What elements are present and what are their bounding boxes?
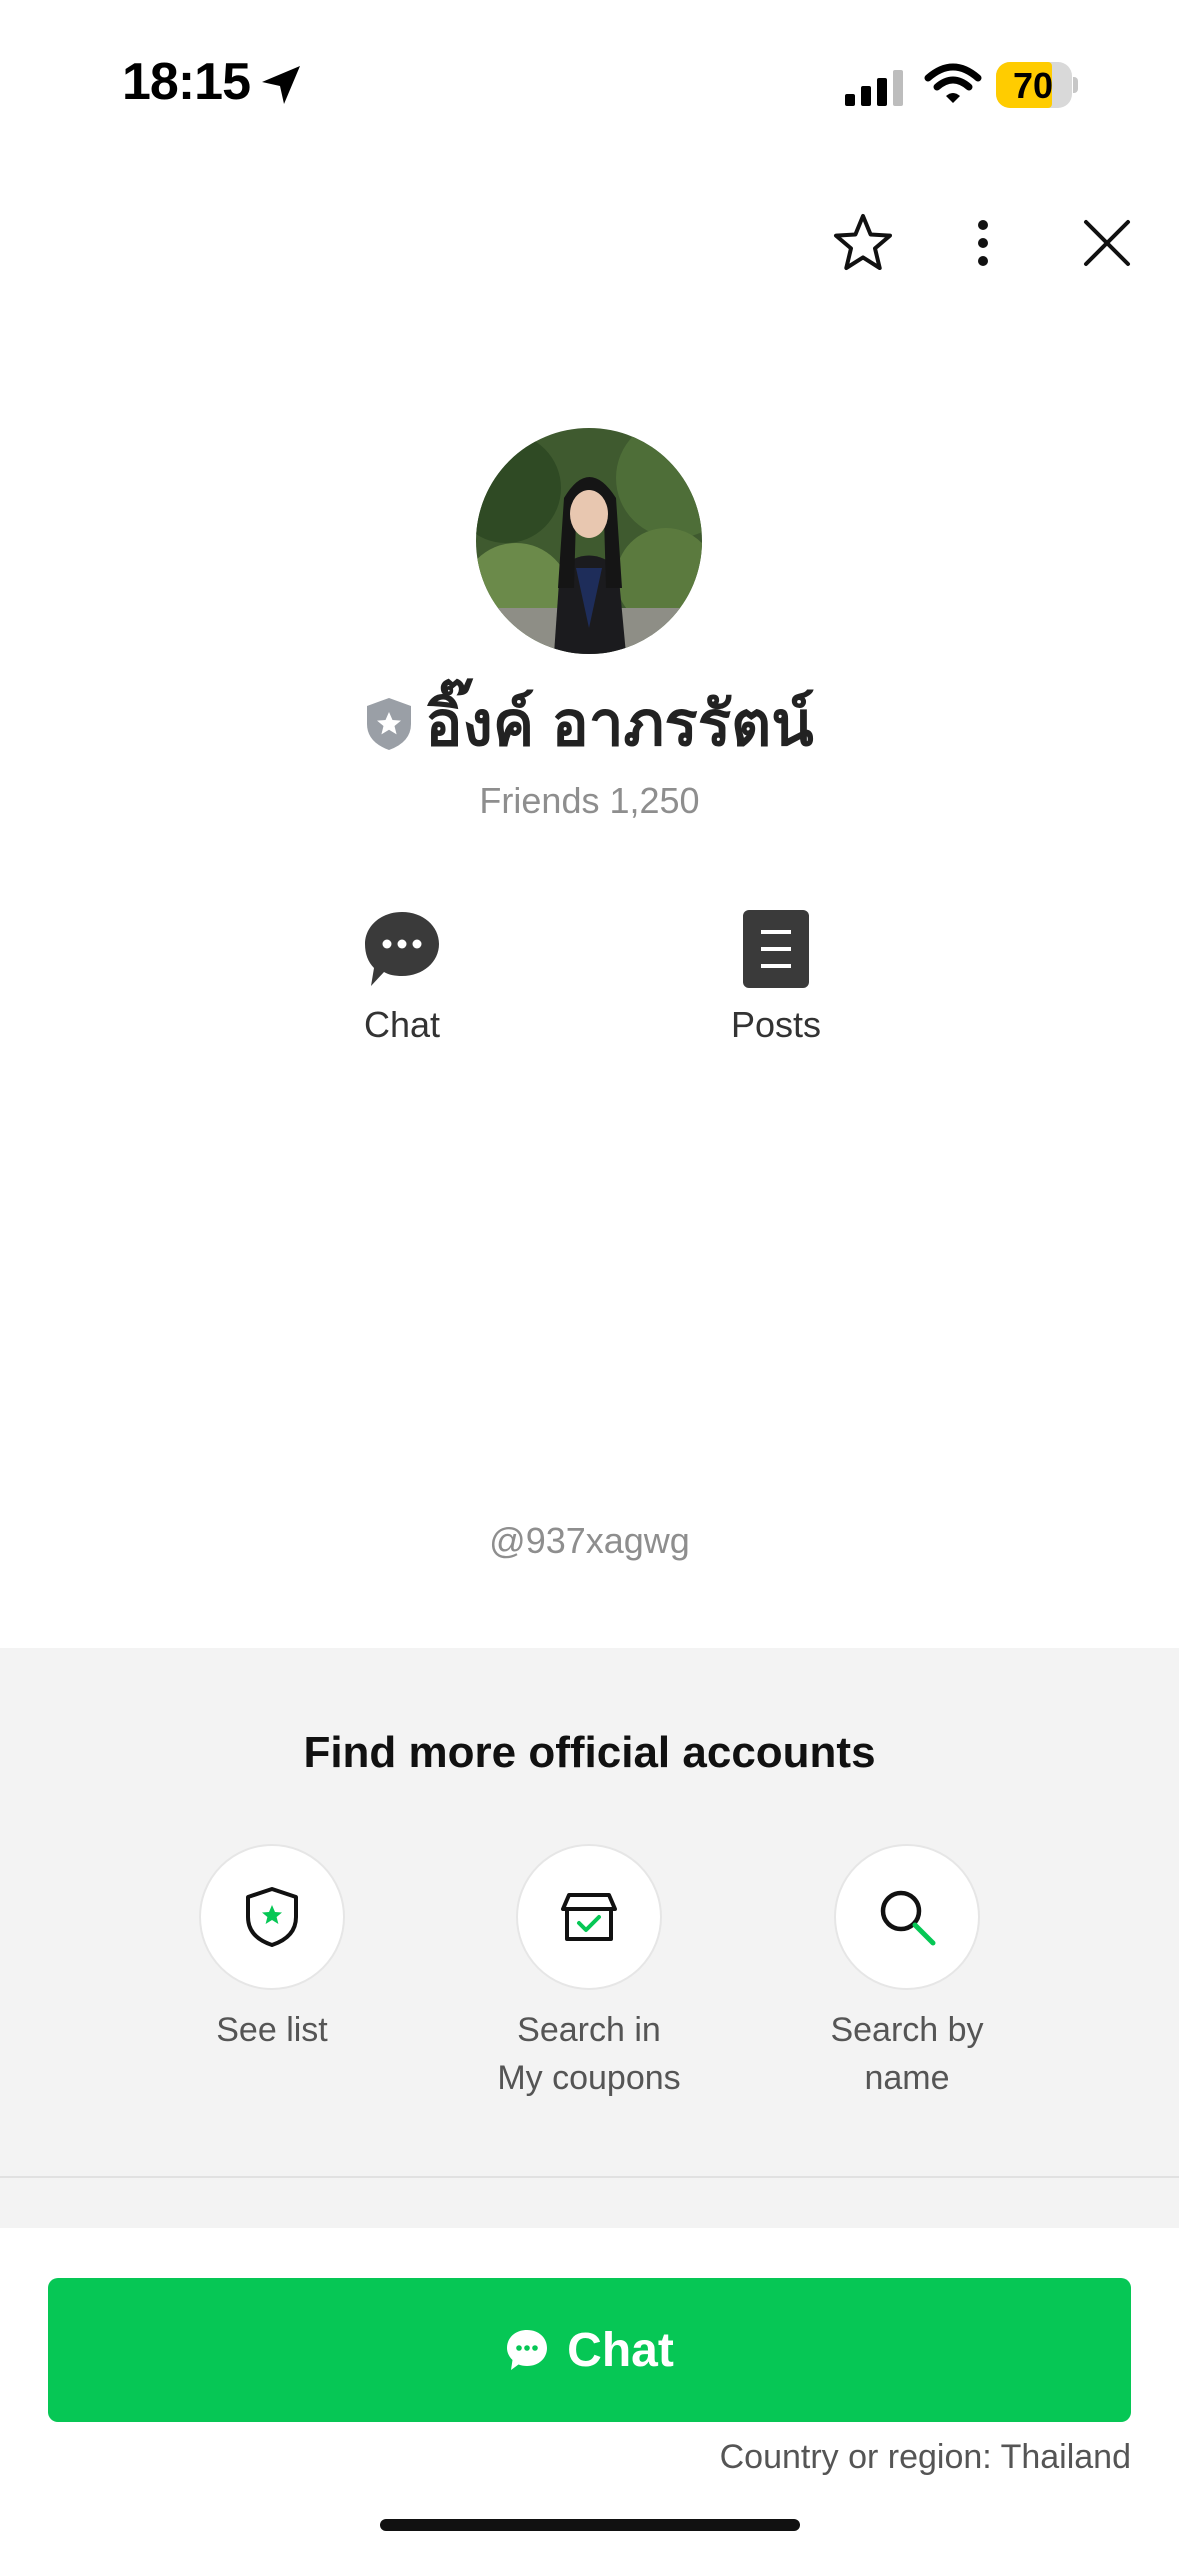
search-coupons-label-line1: Search in (517, 2011, 661, 2049)
search-coupons-label-line2: My coupons (497, 2059, 681, 2097)
status-time: 18:15 (122, 53, 251, 111)
star-icon (834, 214, 892, 270)
document-icon (743, 910, 809, 988)
more-accounts-title: Find more official accounts (303, 1728, 876, 1777)
shield-star-icon (246, 1887, 298, 1947)
see-list-button[interactable]: See list (142, 1844, 402, 2054)
official-shield-icon (367, 698, 412, 750)
search-by-name-button[interactable]: Search by name (777, 1844, 1037, 2102)
profile-avatar[interactable] (476, 428, 702, 654)
see-list-label: See list (216, 2011, 328, 2049)
profile-name: อิ๊งค์ อาภรรัตน์ (425, 690, 814, 759)
wifi-icon (924, 62, 982, 108)
account-id: @937xagwg (489, 1520, 690, 1561)
coupon-box-icon (561, 1893, 617, 1941)
chat-button-label: Chat (567, 2323, 674, 2377)
location-arrow-icon (258, 62, 304, 108)
chat-button[interactable]: Chat (48, 2278, 1131, 2422)
section-bottom-strip (0, 2178, 1179, 2228)
home-indicator[interactable] (380, 2519, 800, 2531)
cellular-signal-icon (843, 64, 923, 110)
battery-icon: 70 (996, 62, 1078, 108)
search-by-name-label-line1: Search by (830, 2011, 984, 2049)
more-vertical-icon (978, 220, 988, 266)
profile-name-row: อิ๊งค์ อาภรรัตน์ (0, 686, 1179, 762)
chat-bubble-icon (365, 912, 439, 986)
region-label: Country or region: Thailand (719, 2438, 1131, 2476)
posts-action[interactable]: Posts (676, 908, 876, 1046)
friends-count: Friends 1,250 (479, 780, 700, 821)
close-icon (1084, 220, 1130, 266)
star-button[interactable] (828, 208, 898, 278)
posts-action-label: Posts (730, 1004, 822, 1045)
chat-action-label: Chat (363, 1004, 441, 1045)
battery-level: 70 (1012, 65, 1054, 106)
search-by-name-label-line2: name (864, 2059, 950, 2097)
more-options-button[interactable] (948, 208, 1018, 278)
search-icon (880, 1890, 936, 1946)
chat-action[interactable]: Chat (302, 908, 502, 1046)
close-button[interactable] (1072, 208, 1142, 278)
search-coupons-button[interactable]: Search in My coupons (459, 1844, 719, 2102)
chat-bubble-icon (507, 2330, 548, 2370)
